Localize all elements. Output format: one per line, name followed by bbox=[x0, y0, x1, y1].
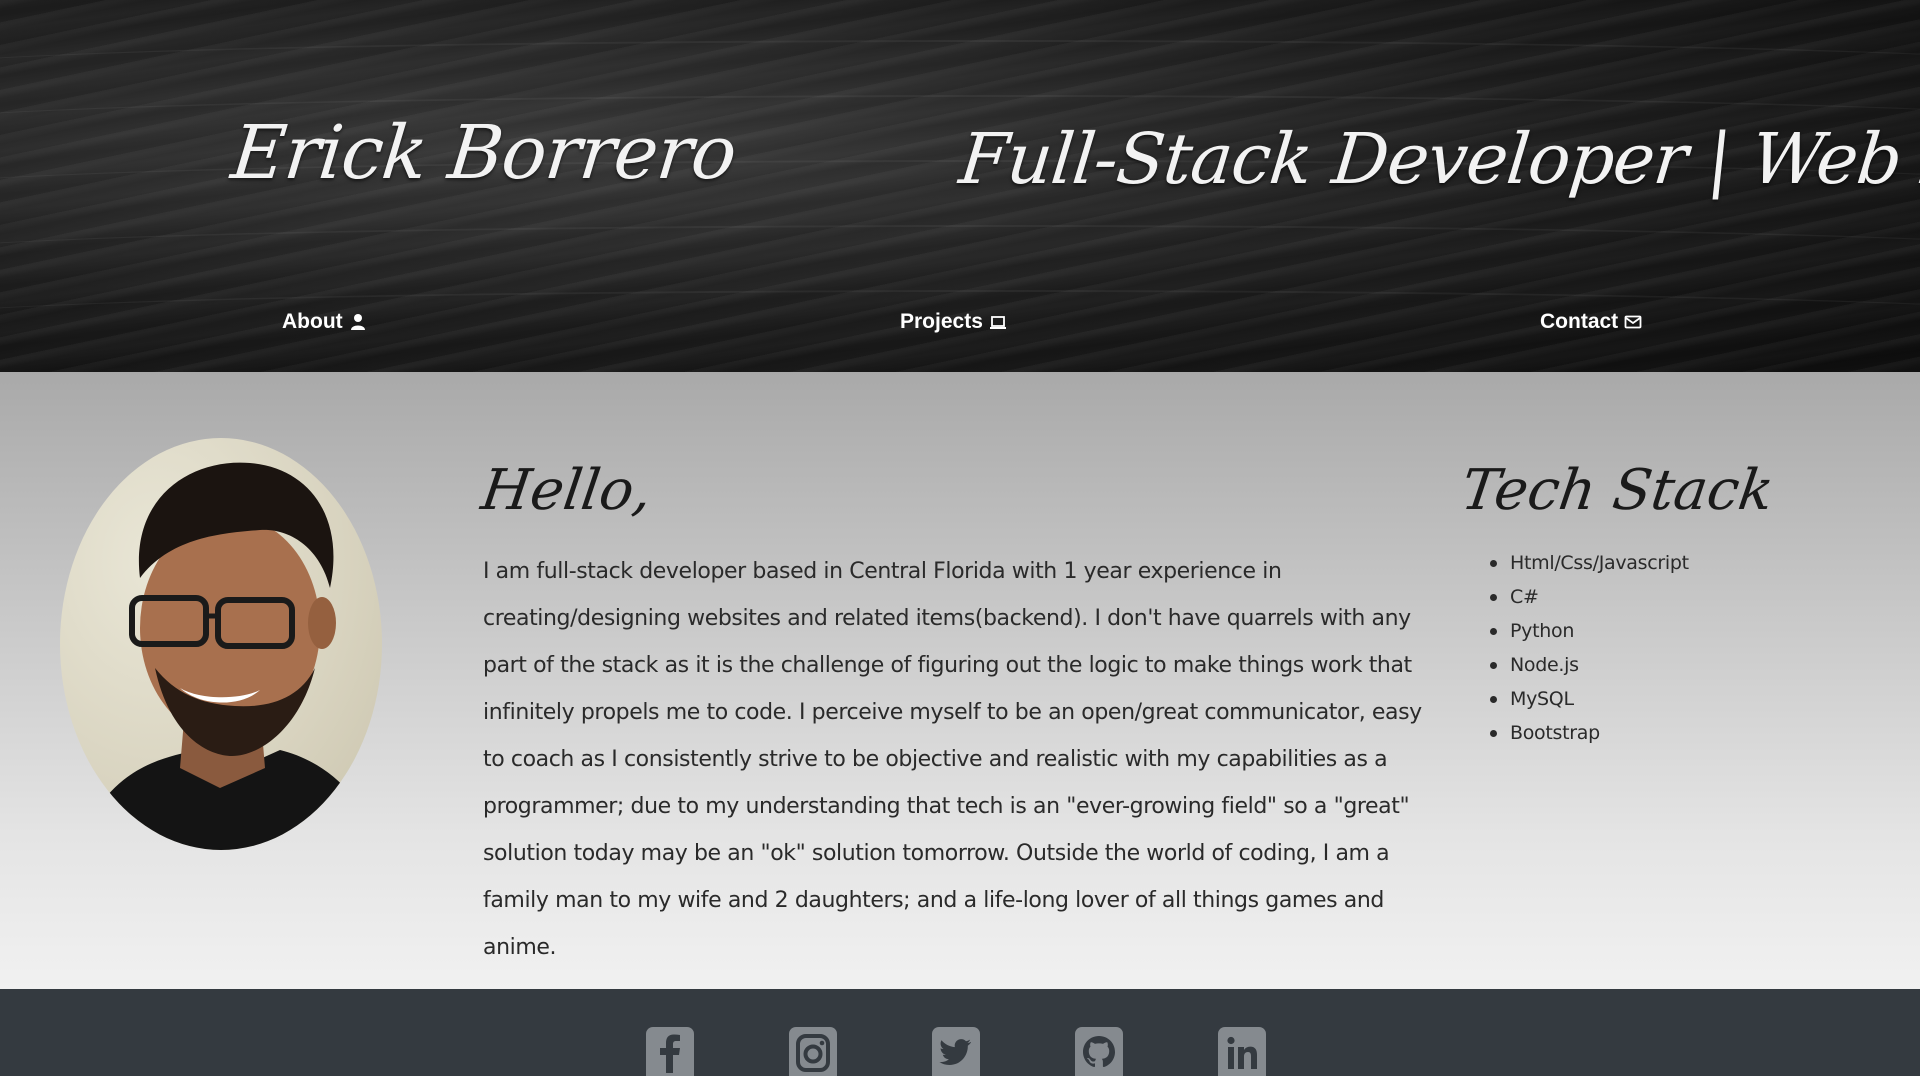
tech-stack-list: Html/Css/Javascript C# Python Node.js My… bbox=[1490, 546, 1689, 750]
tech-stack-item: Html/Css/Javascript bbox=[1490, 546, 1689, 580]
facebook-icon[interactable] bbox=[646, 1027, 694, 1080]
envelope-icon bbox=[1624, 313, 1642, 331]
tech-stack-item: MySQL bbox=[1490, 682, 1689, 716]
nav-contact[interactable]: Contact bbox=[1540, 310, 1642, 334]
header-texture bbox=[0, 40, 1920, 100]
tech-stack-item: Bootstrap bbox=[1490, 716, 1689, 750]
nav-about[interactable]: About bbox=[282, 310, 367, 334]
site-footer bbox=[0, 989, 1920, 1080]
bottom-edge bbox=[0, 1076, 1920, 1080]
twitter-icon[interactable] bbox=[932, 1027, 980, 1080]
tech-stack-item: Node.js bbox=[1490, 648, 1689, 682]
site-name: Erick Borrero bbox=[227, 110, 740, 196]
instagram-icon[interactable] bbox=[789, 1027, 837, 1080]
nav-projects[interactable]: Projects bbox=[900, 310, 1007, 334]
github-icon[interactable] bbox=[1075, 1027, 1123, 1080]
user-icon bbox=[349, 313, 367, 331]
tech-stack-heading: Tech Stack bbox=[1457, 458, 1778, 523]
nav-projects-label: Projects bbox=[900, 310, 983, 333]
site-header: Erick Borrero Full-Stack Developer | Web… bbox=[0, 0, 1920, 372]
tech-stack-item: Python bbox=[1490, 614, 1689, 648]
site-tagline: Full-Stack Developer | Web Designer bbox=[955, 118, 1920, 200]
header-texture bbox=[0, 225, 1920, 285]
linkedin-icon[interactable] bbox=[1218, 1027, 1266, 1080]
tech-stack-item: C# bbox=[1490, 580, 1689, 614]
laptop-icon bbox=[989, 313, 1007, 331]
bio-paragraph: I am full-stack developer based in Centr… bbox=[483, 559, 1422, 960]
nav-contact-label: Contact bbox=[1540, 310, 1619, 333]
nav-about-label: About bbox=[282, 310, 343, 333]
greeting-heading: Hello, bbox=[477, 458, 656, 523]
profile-photo bbox=[60, 438, 382, 850]
